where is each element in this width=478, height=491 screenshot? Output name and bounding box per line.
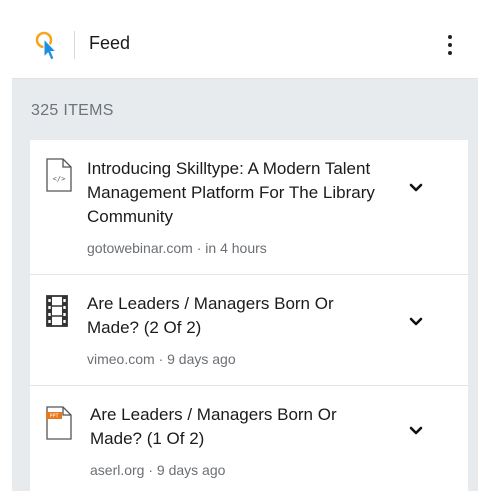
feed-item-title[interactable]: Are Leaders / Managers Born Or Made? (2 … — [87, 292, 377, 340]
feed-item-title[interactable]: Are Leaders / Managers Born Or Made? (1 … — [90, 403, 380, 451]
film-icon — [46, 295, 68, 332]
page-title: Feed — [89, 33, 131, 53]
feed-item-meta: aserl.org · 9 days ago — [90, 462, 226, 478]
app-logo-icon[interactable] — [34, 30, 60, 62]
feed-item[interactable]: PPT Are Leaders / Managers Born Or Made?… — [30, 386, 468, 491]
app-header: Feed — [12, 10, 478, 79]
chevron-down-icon[interactable] — [408, 315, 424, 327]
more-options-icon[interactable] — [440, 32, 460, 58]
presentation-file-icon: PPT — [44, 406, 74, 445]
feed-item-text: Are Leaders / Managers Born Or Made? (2 … — [87, 292, 377, 367]
feed-item[interactable]: Are Leaders / Managers Born Or Made? (2 … — [30, 275, 468, 386]
feed-item-meta: gotowebinar.com · in 4 hours — [87, 240, 267, 256]
feed-item-title[interactable]: Introducing Skilltype: A Modern Talent M… — [87, 157, 377, 229]
code-file-icon: </> — [44, 158, 74, 197]
feed-item[interactable]: </> Introducing Skilltype: A Modern Tale… — [30, 140, 468, 275]
app-frame: Feed 325 ITEMS </> Introducing Skilltype… — [12, 10, 478, 491]
chevron-down-icon[interactable] — [408, 424, 424, 436]
chevron-down-icon[interactable] — [408, 181, 424, 193]
header-divider — [74, 31, 75, 59]
ppt-badge-text: PPT — [49, 414, 59, 420]
svg-text:</>: </> — [53, 175, 66, 183]
feed-item-meta: vimeo.com · 9 days ago — [87, 351, 236, 367]
item-count-label: 325 ITEMS — [31, 102, 114, 119]
feed-item-text: Introducing Skilltype: A Modern Talent M… — [87, 157, 377, 256]
feed-item-text: Are Leaders / Managers Born Or Made? (1 … — [90, 403, 380, 478]
